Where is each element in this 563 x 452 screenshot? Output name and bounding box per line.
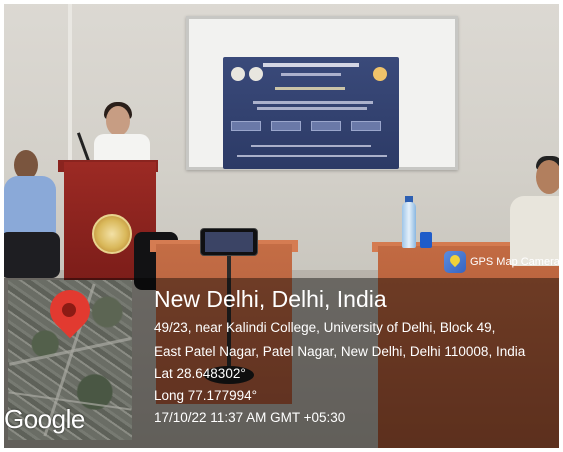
slide-logo-middle xyxy=(249,67,263,81)
timestamp: 17/10/22 11:37 AM GMT +05:30 xyxy=(154,410,346,425)
slide-text-line xyxy=(275,87,345,90)
college-emblem xyxy=(92,214,132,254)
address-line-2: East Patel Nagar, Patel Nagar, New Delhi… xyxy=(154,344,526,359)
dark-chair-left xyxy=(0,232,60,278)
slide-text-line xyxy=(281,73,341,76)
slide-text-line xyxy=(257,107,367,110)
address-line-1: 49/23, near Kalindi College, University … xyxy=(154,320,496,335)
longitude: Long 77.177994° xyxy=(154,388,257,403)
slide-text-line xyxy=(253,101,373,104)
water-bottle xyxy=(402,202,416,248)
blue-cup xyxy=(420,232,432,248)
slide-box xyxy=(351,121,381,131)
projector-screen xyxy=(186,16,458,170)
gps-app-badge: GPS Map Camera xyxy=(444,251,560,273)
gps-app-name: GPS Map Camera xyxy=(470,256,560,268)
gps-map-camera-icon xyxy=(444,251,466,273)
slide-box xyxy=(231,121,261,131)
phone-screen xyxy=(205,232,253,252)
presentation-slide xyxy=(223,57,399,169)
google-logo: Google xyxy=(4,404,85,434)
slide-box xyxy=(271,121,301,131)
location-pin-center xyxy=(62,303,76,317)
photo-frame: Google GPS Map Camera New Delhi, Delhi, … xyxy=(0,0,563,452)
slide-text-line xyxy=(251,145,371,147)
latitude: Lat 28.648302° xyxy=(154,366,246,381)
speaker-face xyxy=(106,106,130,136)
slide-text-line xyxy=(237,155,387,157)
place-name: New Delhi, Delhi, India xyxy=(154,286,387,312)
slide-logo-right xyxy=(373,67,387,81)
seated-man-right-head xyxy=(536,160,562,194)
slide-box xyxy=(311,121,341,131)
slide-heading xyxy=(263,63,359,67)
slide-logo-left xyxy=(231,67,245,81)
